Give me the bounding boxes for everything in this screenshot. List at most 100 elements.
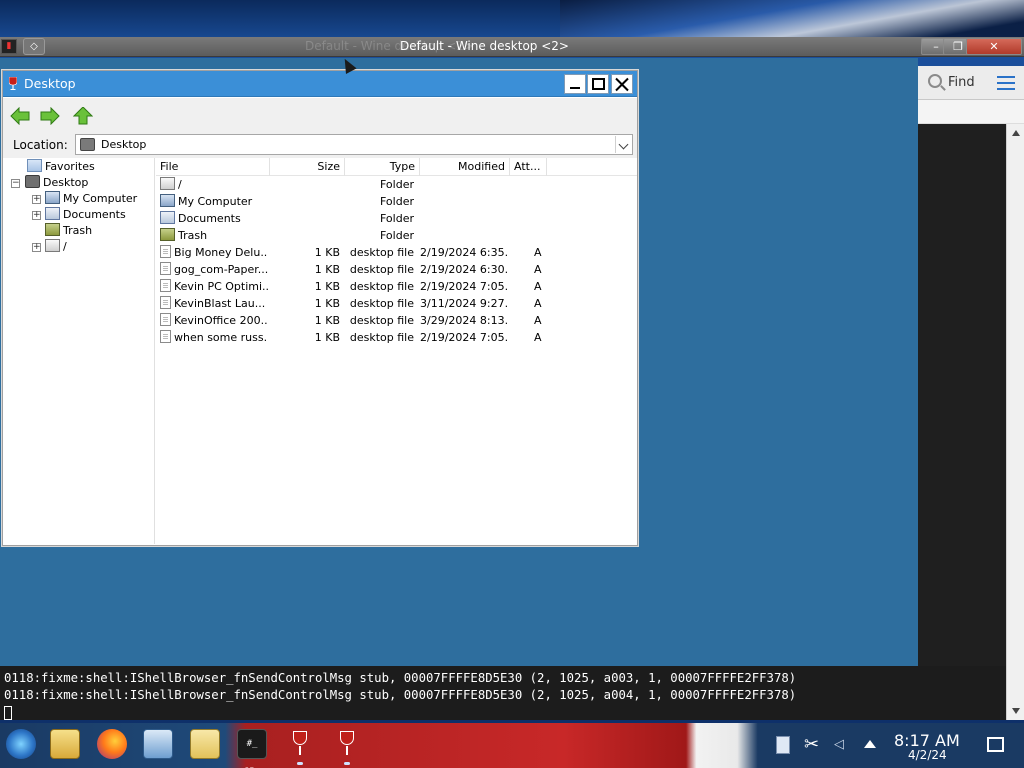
tree-item-desktop[interactable]: Desktop (25, 175, 88, 191)
start-icon[interactable] (6, 729, 36, 759)
file-modified: 3/11/2024 9:27... (420, 297, 508, 310)
running-indicator (297, 762, 303, 765)
file-type: desktop file (349, 297, 414, 310)
file-icon (160, 330, 171, 343)
clock-date[interactable]: 4/2/24 (908, 748, 947, 762)
tree-item-label: / (63, 240, 67, 253)
collapse-icon[interactable]: − (11, 179, 20, 188)
terminal-icon[interactable]: #_ J5_ (237, 729, 267, 768)
close-icon: ✕ (989, 40, 999, 53)
file-size: 1 KB (314, 263, 340, 276)
minimize-icon: – (933, 40, 939, 53)
file-attributes: A (534, 280, 542, 293)
location-combobox[interactable]: Desktop (75, 134, 633, 155)
column-header-modified[interactable]: Modified (420, 158, 510, 176)
minimize-button[interactable] (564, 74, 586, 94)
vertical-scrollbar[interactable] (1006, 124, 1024, 720)
find-button[interactable]: Find (928, 72, 975, 94)
explorer-toolbar (3, 98, 637, 132)
table-row[interactable]: Kevin PC Optimi... 1 KB desktop file 2/1… (156, 278, 637, 295)
file-type: desktop file (349, 280, 414, 293)
tree-item-documents[interactable]: Documents (45, 207, 126, 223)
close-button[interactable]: ✕ (966, 38, 1022, 55)
table-row[interactable]: My Computer Folder (156, 193, 637, 210)
tree-item-label: Trash (63, 224, 93, 237)
clipboard-icon[interactable] (776, 736, 790, 754)
file-icon (160, 262, 171, 275)
folder-tree[interactable]: Favorites − Desktop + My Computer + Docu… (5, 158, 155, 544)
table-row[interactable]: / Folder (156, 176, 637, 193)
notification-icon[interactable] (987, 737, 1004, 752)
close-button[interactable] (611, 74, 633, 94)
scroll-up-icon[interactable] (1012, 130, 1020, 136)
show-hidden-icons-icon[interactable] (864, 740, 876, 748)
explorer-titlebar[interactable]: Desktop (3, 71, 637, 97)
expand-icon[interactable]: + (32, 243, 41, 252)
location-label: Location: (13, 138, 68, 152)
wine-desktop-titlebar[interactable]: ▮ ◇ Default - Wine desktop <2> Default -… (0, 37, 1024, 57)
column-header-size[interactable]: Size (270, 158, 345, 176)
file-modified: 2/19/2024 7:05... (420, 280, 508, 293)
file-name: when some russ... (174, 331, 268, 344)
table-row[interactable]: gog_com-Paper... 1 KB desktop file 2/19/… (156, 261, 637, 278)
wine-glass-icon (9, 77, 17, 90)
tree-item-trash[interactable]: Trash (45, 223, 92, 239)
file-size: 1 KB (314, 297, 340, 310)
table-row[interactable]: Trash Folder (156, 227, 637, 244)
back-arrow-icon[interactable] (10, 107, 30, 125)
file-type: Folder (380, 229, 414, 242)
hamburger-icon[interactable] (997, 76, 1015, 90)
file-type: desktop file (349, 331, 414, 344)
file-manager-icon[interactable] (50, 729, 80, 759)
file-list[interactable]: File Size Type Modified Att... / Folder … (156, 158, 637, 544)
wine-desktop-title: Default - Wine desktop <2> (400, 39, 569, 53)
table-row[interactable]: when some russ... 1 KB desktop file 2/19… (156, 329, 637, 346)
scroll-down-icon[interactable] (1012, 708, 1020, 714)
tree-item-label: Documents (63, 208, 126, 221)
file-icon (160, 279, 171, 292)
tree-item-favorites[interactable]: Favorites (27, 159, 95, 175)
file-name: gog_com-Paper... (174, 263, 268, 276)
file-type: desktop file (349, 246, 414, 259)
tree-item-root[interactable]: / (45, 239, 67, 255)
tree-item-my-computer[interactable]: My Computer (45, 191, 137, 207)
up-arrow-icon[interactable] (73, 107, 93, 125)
scissors-icon[interactable]: ✂ (804, 734, 819, 755)
table-row[interactable]: Big Money Delu... 1 KB desktop file 2/19… (156, 244, 637, 261)
table-row[interactable]: Documents Folder (156, 210, 637, 227)
drive-icon (160, 177, 175, 190)
notes-icon[interactable] (190, 729, 220, 759)
volume-icon[interactable]: ◁ (834, 737, 844, 752)
wine-icon[interactable] (285, 729, 315, 759)
column-header-attributes[interactable]: Att... (510, 158, 547, 176)
firefox-icon[interactable] (97, 729, 127, 759)
terminal-line: 0118:fixme:shell:IShellBrowser_fnSendCon… (4, 688, 797, 702)
wallpaper-wave (560, 0, 1024, 40)
expand-icon[interactable]: + (32, 195, 41, 204)
background-window-content (918, 124, 1006, 666)
chevron-down-icon[interactable] (615, 136, 631, 153)
file-icon (160, 245, 171, 258)
running-indicator (344, 762, 350, 765)
drive-icon (45, 239, 60, 252)
table-row[interactable]: KevinBlast Lau... 1 KB desktop file 3/11… (156, 295, 637, 312)
column-header-file[interactable]: File (156, 158, 270, 176)
file-name: Documents (178, 212, 241, 225)
file-icon (160, 296, 171, 309)
file-list-header: File Size Type Modified Att... (156, 158, 637, 176)
file-size: 1 KB (314, 314, 340, 327)
explorer-window[interactable]: Desktop Location: Desktop Favorites − De… (2, 70, 638, 546)
column-header-type[interactable]: Type (345, 158, 420, 176)
file-type: desktop file (349, 314, 414, 327)
tree-item-label: Favorites (45, 160, 95, 173)
settings-icon[interactable] (143, 729, 173, 759)
trash-icon (45, 223, 60, 236)
wine-icon[interactable] (332, 729, 362, 759)
forward-arrow-icon[interactable] (40, 107, 60, 125)
table-row[interactable]: KevinOffice 200... 1 KB desktop file 3/2… (156, 312, 637, 329)
file-modified: 3/29/2024 8:13... (420, 314, 508, 327)
expand-icon[interactable]: + (32, 211, 41, 220)
maximize-button[interactable] (587, 74, 609, 94)
file-modified: 2/19/2024 6:35... (420, 246, 508, 259)
file-modified: 2/19/2024 6:30... (420, 263, 508, 276)
